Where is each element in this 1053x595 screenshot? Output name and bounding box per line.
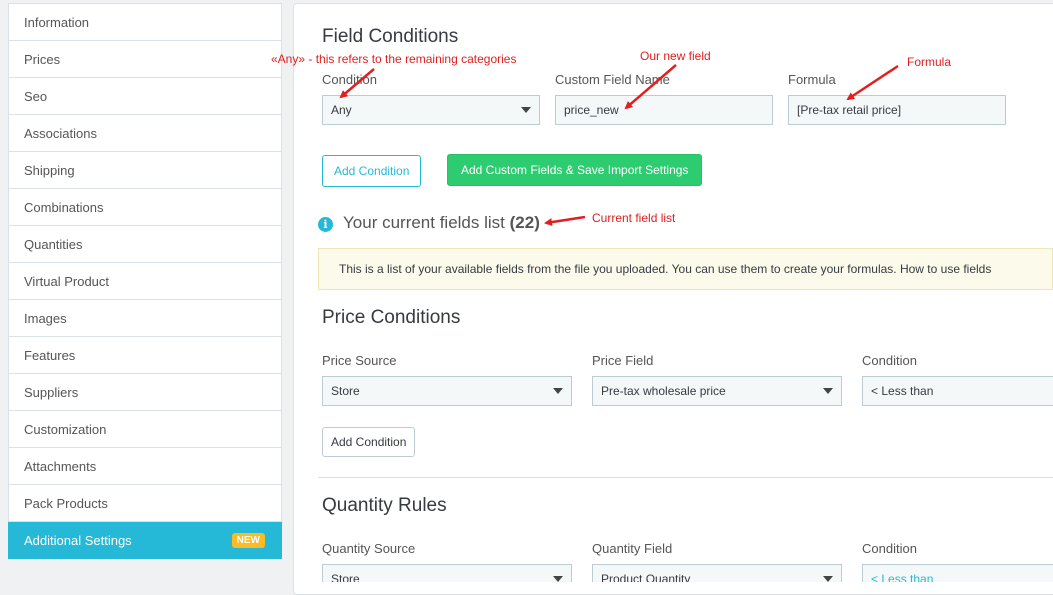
sidebar-item-information[interactable]: Information [8, 3, 282, 41]
sidebar-item-label: Attachments [24, 458, 97, 474]
sidebar-item-customization[interactable]: Customization [8, 411, 282, 448]
add-price-condition-button[interactable]: Add Condition [322, 427, 416, 457]
sidebar-item-associations[interactable]: Associations [8, 115, 282, 152]
annotation-new-field: Our new field [640, 49, 711, 63]
custom-field-name-label: Custom Field Name [555, 72, 670, 87]
save-import-settings-button[interactable]: Add Custom Fields & Save Import Settings [447, 154, 703, 186]
price-field-select[interactable]: Pre-tax wholesale price [592, 376, 842, 406]
condition-label: Condition [322, 72, 377, 87]
save-import-settings-button-label: Add Custom Fields & Save Import Settings [461, 163, 689, 177]
quantity-field-value: Product Quantity [601, 572, 691, 582]
add-condition-button[interactable]: Add Condition [322, 155, 422, 187]
sidebar-item-features[interactable]: Features [8, 337, 282, 374]
sidebar-item-prices[interactable]: Prices [8, 41, 282, 78]
price-source-value: Store [331, 384, 360, 398]
annotation-field-list: Current field list [592, 211, 676, 225]
chevron-down-icon [553, 576, 563, 582]
sidebar-item-combinations[interactable]: Combinations [8, 189, 282, 226]
quantity-source-select[interactable]: Store [322, 564, 572, 582]
sidebar-item-virtual-product[interactable]: Virtual Product [8, 263, 282, 300]
price-conditions-title: Price Conditions [322, 307, 461, 328]
annotation-any-note: «Any» - this refers to the remaining cat… [271, 52, 517, 66]
quantity-field-select[interactable]: Product Quantity [592, 564, 842, 582]
quantity-rules-title: Quantity Rules [322, 495, 447, 516]
formula-value: [Pre-tax retail price] [797, 103, 902, 117]
fields-list-title: Your current fields list [343, 213, 505, 232]
fields-list-heading[interactable]: Your current fields list (22) [343, 213, 540, 233]
annotation-formula: Formula [907, 55, 952, 69]
quantity-condition-select[interactable]: < Less than [862, 564, 1053, 582]
quantity-field-label: Quantity Field [592, 541, 673, 556]
sidebar-item-label: Associations [24, 125, 97, 141]
custom-field-name-value: price_new [564, 103, 619, 117]
chevron-down-icon [823, 576, 833, 582]
custom-field-name-input[interactable]: price_new [555, 95, 773, 125]
price-source-label: Price Source [322, 353, 397, 368]
sidebar-item-seo[interactable]: Seo [8, 78, 282, 115]
condition-select-value: Any [331, 103, 352, 117]
sidebar-item-shipping[interactable]: Shipping [8, 152, 282, 189]
quantity-condition-value: < Less than [871, 572, 934, 582]
fields-list-notice-text: This is a list of your available fields … [339, 262, 992, 276]
sidebar-item-label: Prices [24, 51, 61, 67]
section-divider [318, 477, 1053, 478]
price-condition-select[interactable]: < Less than [862, 376, 1053, 406]
add-price-condition-button-label: Add Condition [331, 435, 407, 449]
sidebar-item-label: Suppliers [24, 384, 79, 400]
chevron-down-icon [521, 107, 531, 113]
quantity-source-label: Quantity Source [322, 541, 416, 556]
add-condition-button-label: Add Condition [334, 164, 410, 178]
sidebar-item-suppliers[interactable]: Suppliers [8, 374, 282, 411]
sidebar-item-label: Combinations [24, 199, 104, 215]
sidebar-item-additional-settings[interactable]: Additional Settings NEW [8, 522, 282, 559]
quantity-condition-label: Condition [862, 541, 917, 556]
price-condition-label: Condition [862, 353, 917, 368]
price-field-value: Pre-tax wholesale price [601, 384, 726, 398]
product-tabs-sidebar: Information Prices Seo Associations Ship… [8, 3, 282, 559]
chevron-down-icon [823, 388, 833, 394]
sidebar-item-label: Seo [24, 88, 48, 104]
sidebar-item-label: Quantities [24, 236, 83, 252]
sidebar-item-quantities[interactable]: Quantities [8, 226, 282, 263]
info-icon: i [318, 217, 333, 232]
sidebar-item-attachments[interactable]: Attachments [8, 448, 282, 485]
chevron-down-icon [553, 388, 563, 394]
field-conditions-title: Field Conditions [322, 26, 459, 47]
price-field-label: Price Field [592, 353, 654, 368]
sidebar-item-label: Pack Products [24, 495, 108, 511]
fields-list-count: (22) [509, 213, 540, 232]
quantity-source-value: Store [331, 572, 360, 582]
fields-list-notice: This is a list of your available fields … [318, 248, 1053, 290]
sidebar-item-label: Virtual Product [24, 273, 110, 289]
price-condition-value: < Less than [871, 384, 934, 398]
price-source-select[interactable]: Store [322, 376, 572, 406]
condition-select[interactable]: Any [322, 95, 540, 125]
formula-input[interactable]: [Pre-tax retail price] [788, 95, 1006, 125]
sidebar-item-label: Customization [24, 421, 107, 437]
sidebar-item-label: Additional Settings [24, 532, 132, 548]
sidebar-item-images[interactable]: Images [8, 300, 282, 337]
sidebar-item-label: Features [24, 347, 76, 363]
sidebar-item-label: Images [24, 310, 67, 326]
formula-label: Formula [788, 72, 836, 87]
sidebar-item-pack-products[interactable]: Pack Products [8, 485, 282, 522]
new-badge: NEW [231, 533, 265, 548]
sidebar-item-label: Shipping [24, 162, 75, 178]
sidebar-item-label: Information [24, 14, 90, 30]
